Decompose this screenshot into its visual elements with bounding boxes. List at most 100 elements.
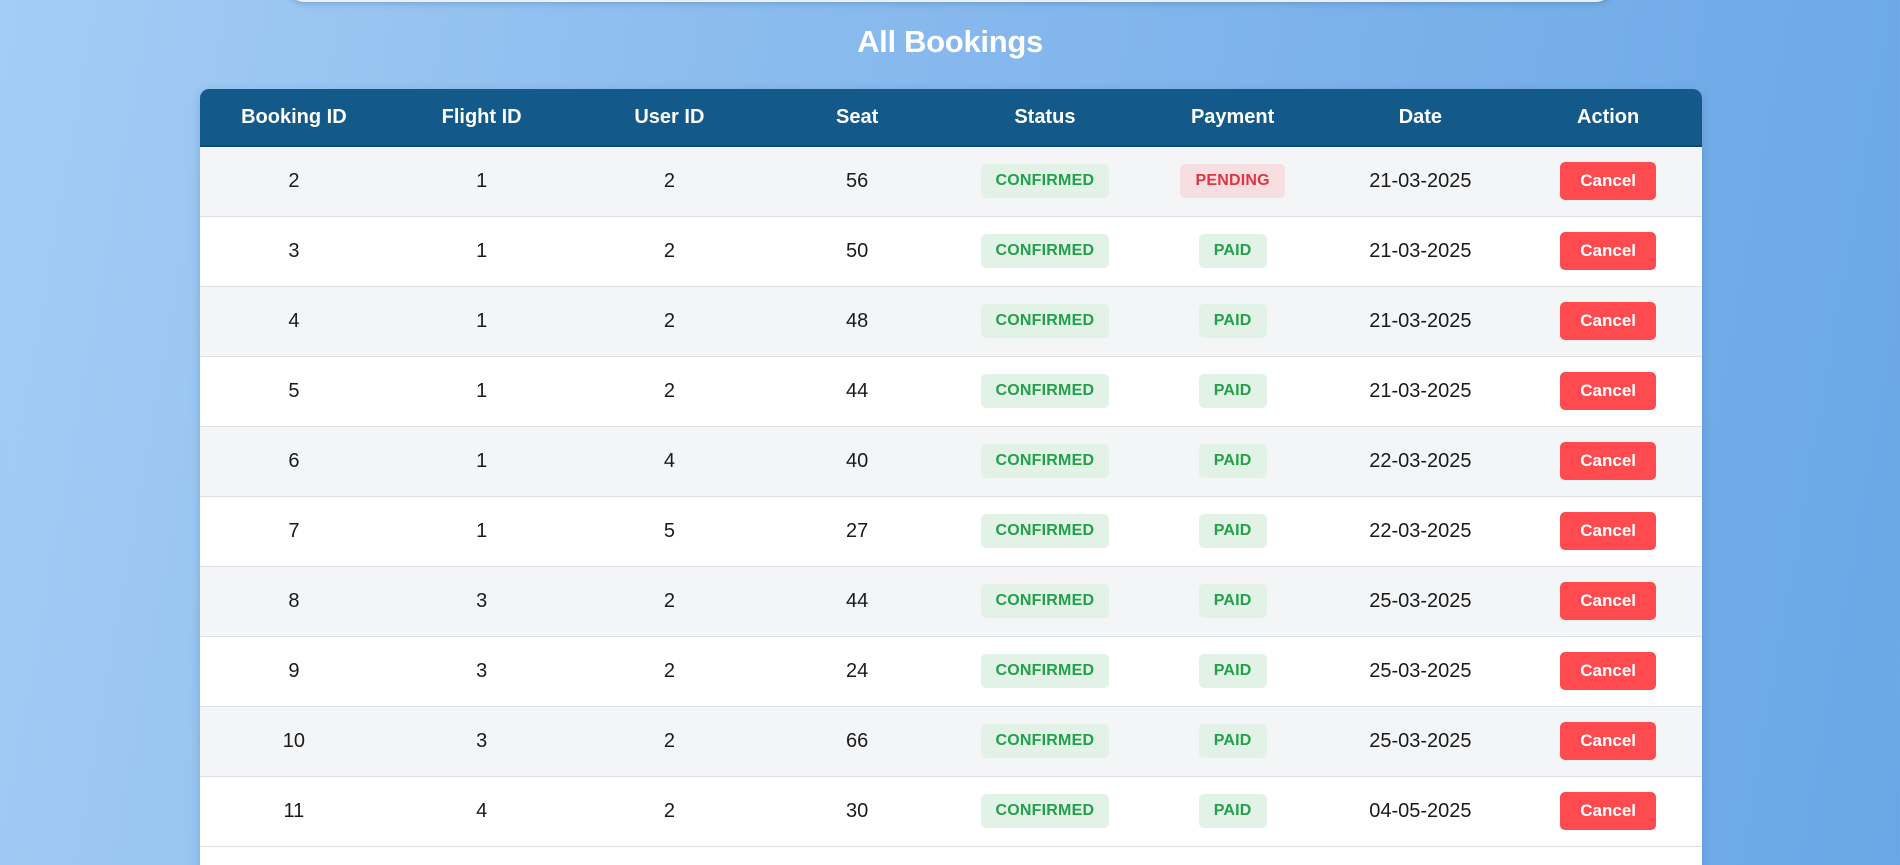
payment-badge: PENDING [1180, 164, 1285, 199]
action-cell: Cancel [1514, 216, 1702, 286]
top-panel [288, 0, 1612, 2]
date-cell: 22-03-2025 [1369, 449, 1472, 472]
status-badge: CONFIRMED [980, 794, 1110, 828]
payment-badge: PAID [1198, 234, 1267, 268]
status-cell: CONFIRMED [951, 216, 1139, 286]
column-header-flight-id: Flight ID [387, 89, 576, 147]
action-cell: Cancel [1514, 146, 1702, 216]
status-cell: CONFIRMED [951, 356, 1139, 426]
seat-cell: 44 [846, 379, 869, 402]
table-header-row: Booking ID Flight ID User ID Seat Status… [200, 89, 1702, 147]
status-badge: CONFIRMED [980, 514, 1110, 548]
date-cell: 21-03-2025 [1369, 169, 1472, 192]
status-badge: CONFIRMED [980, 234, 1110, 268]
status-cell: CONFIRMED [951, 286, 1139, 356]
seat-cell: 66 [846, 729, 869, 752]
payment-cell: PAID [1139, 286, 1327, 356]
payment-cell: PAID [1139, 356, 1327, 426]
payment-cell: PENDING [1139, 146, 1327, 216]
cancel-button[interactable]: Cancel [1560, 512, 1656, 550]
table-row: 6 1 4 40 CONFIRMED PAID 22-03-2025 Cancel [200, 426, 1702, 496]
status-cell: CONFIRMED [951, 566, 1139, 636]
payment-badge: PAID [1198, 304, 1267, 338]
column-header-date: Date [1326, 89, 1515, 147]
payment-cell: PAID [1139, 636, 1327, 706]
flight-id-cell: 3 [476, 589, 488, 612]
table-row: 8 3 2 44 CONFIRMED PAID 25-03-2025 Cancel [200, 566, 1702, 636]
seat-cell: 48 [846, 309, 869, 332]
cancel-button[interactable]: Cancel [1560, 302, 1656, 340]
payment-cell: PAID [1139, 776, 1327, 846]
date-cell: 21-03-2025 [1369, 309, 1472, 332]
payment-badge: PAID [1198, 514, 1267, 548]
table-row: 7 1 5 27 CONFIRMED PAID 22-03-2025 Cancel [200, 496, 1702, 566]
flight-id-cell: 1 [476, 239, 488, 262]
booking-id-cell: 9 [288, 659, 300, 682]
user-id-cell: 5 [663, 519, 675, 542]
booking-id-cell: 6 [288, 449, 300, 472]
status-cell: CONFIRMED [951, 496, 1139, 566]
status-badge: CONFIRMED [980, 584, 1110, 618]
status-badge: CONFIRMED [980, 164, 1110, 199]
flight-id-cell: 1 [476, 379, 488, 402]
status-cell: CONFIRMED [951, 636, 1139, 706]
booking-id-cell: 10 [282, 729, 305, 752]
column-header-booking-id: Booking ID [200, 89, 388, 147]
status-badge: CONFIRMED [980, 304, 1110, 338]
booking-id-cell: 4 [288, 309, 300, 332]
seat-cell: 44 [846, 589, 869, 612]
date-cell: 21-03-2025 [1369, 379, 1472, 402]
action-cell: Cancel [1514, 636, 1702, 706]
table-row: 11 4 2 30 CONFIRMED PAID 04-05-2025 Cancel [200, 776, 1702, 846]
payment-cell: PAID [1139, 496, 1327, 566]
action-cell: Cancel [1514, 566, 1702, 636]
action-cell: Cancel [1514, 706, 1702, 776]
date-cell: 21-03-2025 [1369, 239, 1472, 262]
status-badge: CONFIRMED [980, 374, 1110, 408]
table-row: 5 1 2 44 CONFIRMED PAID 21-03-2025 Cancel [200, 356, 1702, 426]
table-row: 10 3 2 66 CONFIRMED PAID 25-03-2025 Cancel [200, 706, 1702, 776]
status-cell: CONFIRMED [951, 706, 1139, 776]
cancel-button[interactable]: Cancel [1560, 232, 1656, 270]
user-id-cell: 2 [663, 729, 675, 752]
seat-cell: 50 [846, 239, 869, 262]
flight-id-cell: 4 [476, 799, 488, 822]
action-cell: Cancel [1514, 356, 1702, 426]
cancel-button[interactable]: Cancel [1560, 372, 1656, 410]
action-cell: Cancel [1514, 426, 1702, 496]
flight-id-cell: 3 [476, 729, 488, 752]
payment-cell: PAID [1139, 216, 1327, 286]
date-cell: 25-03-2025 [1369, 729, 1472, 752]
payment-badge: PAID [1198, 444, 1267, 478]
flight-id-cell: 1 [476, 309, 488, 332]
cancel-button[interactable]: Cancel [1560, 652, 1656, 690]
booking-id-cell: 3 [288, 239, 300, 262]
column-header-user-id: User ID [575, 89, 764, 147]
cancel-button[interactable]: Cancel [1560, 582, 1656, 620]
flight-id-cell: 1 [476, 169, 488, 192]
action-cell: Cancel [1514, 286, 1702, 356]
cancel-button[interactable]: Cancel [1560, 162, 1656, 201]
cancel-button[interactable]: Cancel [1560, 442, 1656, 480]
seat-cell: 30 [846, 799, 869, 822]
user-id-cell: 2 [663, 659, 675, 682]
payment-badge: PAID [1198, 794, 1267, 828]
seat-cell: 24 [846, 659, 869, 682]
bookings-table-container: Booking ID Flight ID User ID Seat Status… [200, 89, 1702, 865]
seat-cell: 27 [846, 519, 869, 542]
column-header-payment: Payment [1138, 89, 1327, 147]
page-title: All Bookings [857, 24, 1043, 59]
column-header-status: Status [951, 89, 1139, 147]
date-cell: 25-03-2025 [1369, 589, 1472, 612]
payment-cell: PAID [1139, 426, 1327, 496]
column-header-action: Action [1514, 89, 1702, 147]
action-cell: Cancel [1514, 496, 1702, 566]
table-header: Booking ID Flight ID User ID Seat Status… [200, 89, 1702, 147]
cancel-button[interactable]: Cancel [1560, 792, 1656, 830]
user-id-cell: 2 [663, 589, 675, 612]
user-id-cell: 2 [663, 379, 675, 402]
payment-cell: PAID [1139, 706, 1327, 776]
cancel-button[interactable]: Cancel [1560, 722, 1656, 760]
column-header-seat: Seat [763, 89, 951, 147]
date-cell: 25-03-2025 [1369, 659, 1472, 682]
